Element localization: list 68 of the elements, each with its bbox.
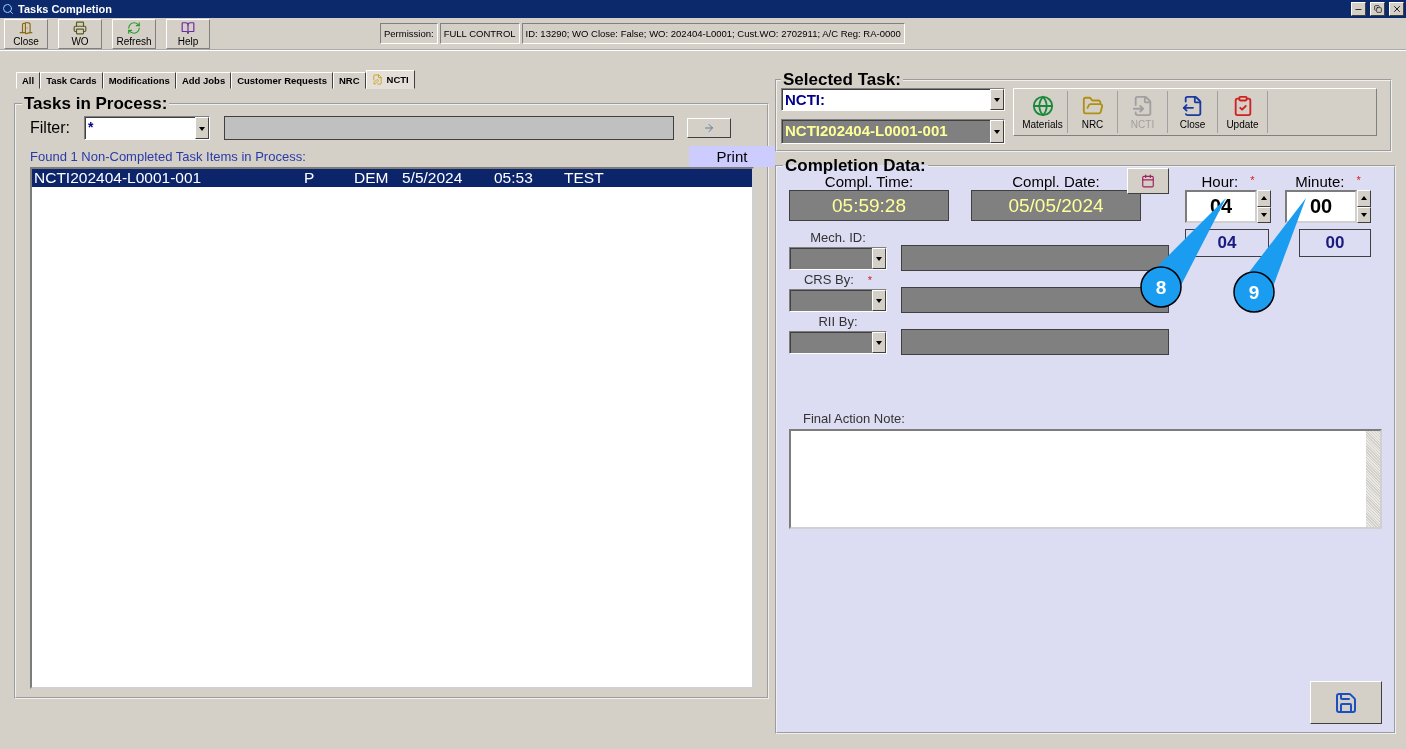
field-label: Compl. Time: (824, 174, 914, 190)
filter-dropdown[interactable]: * (84, 116, 210, 140)
tab[interactable]: NCTI (365, 70, 415, 89)
toolbar-button[interactable]: Help (166, 18, 210, 49)
minute-input[interactable]: 00 (1285, 190, 1357, 223)
group-title: Tasks in Process: (23, 96, 169, 112)
note-text-area[interactable] (789, 429, 1382, 529)
print-button[interactable]: Print (689, 146, 775, 167)
field-label: Final Action Note: (803, 411, 906, 426)
field-label: Hour: (1201, 174, 1239, 190)
calendar-icon (1141, 174, 1155, 188)
app-icon (2, 3, 14, 15)
permission-value: FULL CONTROL (439, 23, 520, 44)
calendar-button[interactable] (1127, 168, 1169, 194)
minute-display: 00 (1299, 229, 1371, 257)
restore-icon (1373, 5, 1382, 13)
apply-filter-button[interactable] (687, 118, 731, 138)
task-dropdown[interactable]: NCTI202404-L0001-001 (781, 119, 1005, 144)
close-button[interactable] (1389, 2, 1404, 16)
field-label: RII By: (817, 315, 859, 329)
field-label: Minute: (1295, 174, 1345, 190)
book-icon (181, 20, 195, 35)
work-order-info: ID: 13290; WO Close: False; WO: 202404-L0001; Cust.WO: 2702911; A/C Reg: RA-0000 (521, 23, 905, 44)
minimize-button[interactable] (1351, 2, 1366, 16)
close-icon (1391, 4, 1402, 14)
note-icon (371, 74, 383, 85)
refresh-icon (127, 20, 141, 35)
group-title: Selected Task: (782, 72, 902, 88)
globe-icon (1031, 94, 1054, 117)
file-icon (1131, 94, 1154, 117)
permission-label: Permission: (380, 23, 438, 44)
tab[interactable]: Task Cards (40, 72, 103, 89)
window-title: Tasks Completion (18, 3, 113, 15)
tab[interactable]: Customer Requests (231, 72, 333, 89)
person-dropdown[interactable] (789, 288, 887, 312)
filter-label: Filter: (30, 119, 70, 137)
tab[interactable]: All (16, 72, 41, 89)
save-button[interactable] (1310, 681, 1382, 724)
field-label: Compl. Date: (1012, 174, 1100, 190)
person-dropdown[interactable] (789, 330, 887, 354)
results-count-text: Found 1 Non-Completed Task Items in Process: (30, 149, 306, 164)
spin-buttons[interactable] (1257, 190, 1271, 223)
time-field: 05:59:28 (789, 190, 949, 221)
group-title: Completion Data: (784, 158, 927, 174)
toolbar-button[interactable]: WO (58, 18, 102, 49)
save-icon (1334, 690, 1358, 715)
file-icon (1181, 94, 1204, 117)
tab[interactable]: Modifications (102, 72, 176, 89)
toolbar-button[interactable]: Refresh (112, 18, 156, 49)
restore-button[interactable] (1370, 2, 1385, 16)
task-type-dropdown[interactable]: NCTI: (781, 88, 1005, 111)
filter-text-field[interactable] (224, 116, 674, 140)
date-field: 05/05/2024 (971, 190, 1141, 221)
field-label: CRS By: * (802, 273, 874, 287)
required-mark: * (1250, 174, 1255, 188)
person-dropdown[interactable] (789, 246, 887, 270)
arrow-icon (703, 122, 715, 134)
field-label: Mech. ID: (809, 231, 867, 245)
folder-icon (1081, 94, 1104, 117)
spin-buttons[interactable] (1357, 190, 1371, 223)
toolbar-button[interactable]: Close (4, 18, 48, 49)
door-icon (19, 20, 33, 35)
scrollbar[interactable] (1366, 431, 1380, 527)
printer-icon (73, 20, 87, 35)
tab[interactable]: NRC (332, 72, 366, 89)
task-list-row[interactable]: NCTI202404-L0001-001 P DEM 5/5/2024 05:53 TEST (32, 169, 752, 187)
tab[interactable]: Add Jobs (175, 72, 232, 89)
required-mark: * (1356, 174, 1361, 188)
